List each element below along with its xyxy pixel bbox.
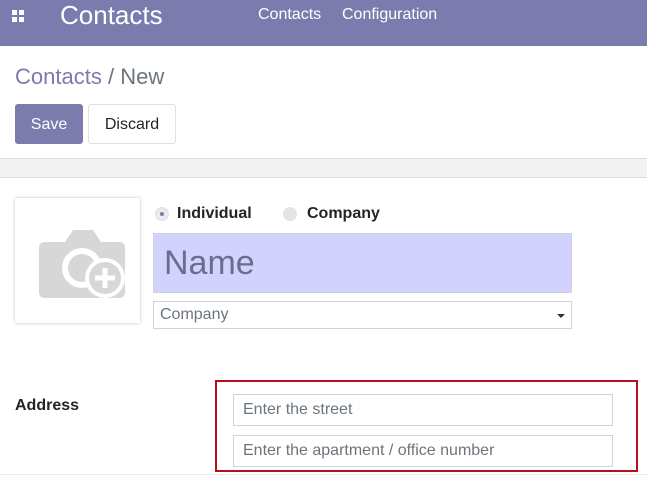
apps-grid-icon[interactable] [12,10,24,22]
breadcrumb-separator: / [107,64,115,89]
avatar-upload[interactable] [15,198,140,323]
address-label: Address [15,397,80,414]
top-navbar: Contacts Contacts Configuration [0,0,647,46]
radio-label-company: Company [307,205,380,222]
discard-button[interactable]: Discard [88,104,176,144]
radio-unchecked-icon[interactable] [283,207,297,221]
radio-checked-icon[interactable] [155,207,169,221]
menu-contacts[interactable]: Contacts [258,5,321,25]
radio-label-individual: Individual [177,205,252,222]
divider [0,474,647,475]
name-input[interactable]: Name [153,233,572,293]
breadcrumb-parent[interactable]: Contacts [15,64,102,89]
breadcrumb: Contacts / New [15,64,164,90]
street2-input[interactable]: Enter the apartment / office number [233,435,613,467]
camera-plus-icon [39,230,125,298]
company-select-value: Company [160,306,229,323]
form-sheet-separator [0,158,647,178]
app-title[interactable]: Contacts [60,0,163,30]
company-select[interactable]: Company [153,301,572,329]
menu-configuration[interactable]: Configuration [342,5,437,25]
chevron-down-icon[interactable] [557,314,565,318]
save-button[interactable]: Save [15,104,83,144]
street-input[interactable]: Enter the street [233,394,613,426]
breadcrumb-current: New [120,64,165,89]
